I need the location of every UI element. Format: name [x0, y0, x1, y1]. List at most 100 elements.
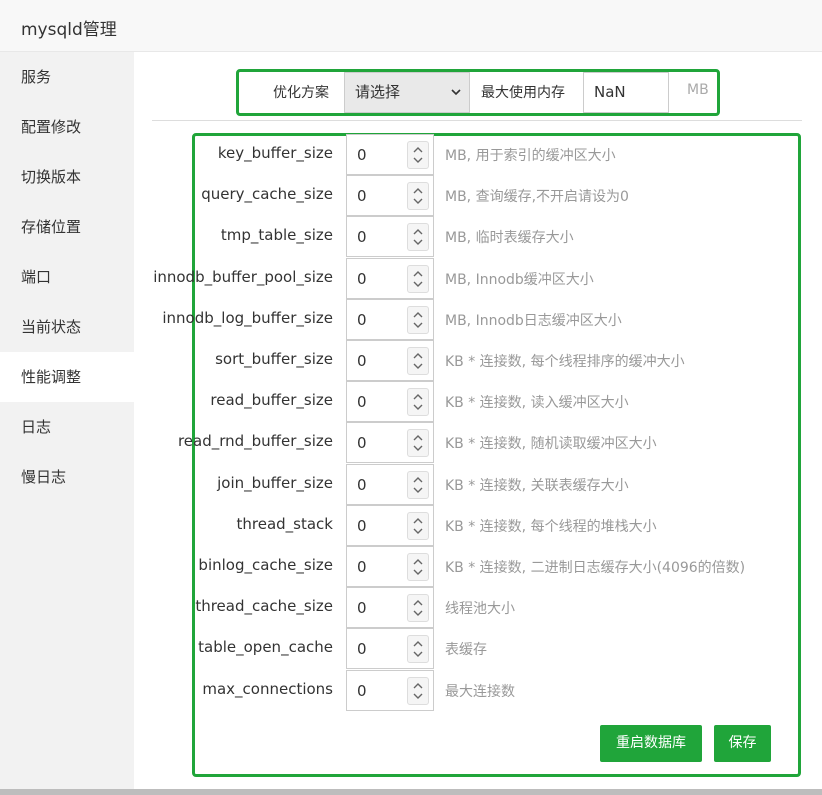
parameter-value: 0 — [357, 475, 367, 494]
parameter-label: sort_buffer_size — [215, 350, 333, 368]
spinner-icon[interactable] — [407, 223, 429, 252]
parameter-value: 0 — [357, 352, 367, 370]
spinner-icon[interactable] — [407, 635, 429, 664]
parameter-hint: MB, Innodb缓冲区大小 — [445, 271, 594, 288]
spinner-icon[interactable] — [407, 511, 429, 540]
scheme-select-value: 请选择 — [355, 83, 401, 101]
parameter-input[interactable]: 0 — [346, 504, 434, 546]
parameter-row: innodb_log_buffer_size 0 MB, Innodb日志缓冲区大小 — [134, 298, 822, 340]
parameter-input[interactable]: 0 — [346, 340, 434, 381]
parameter-input[interactable]: 0 — [346, 463, 434, 505]
parameter-input[interactable]: 0 — [346, 587, 434, 629]
parameter-input[interactable]: 0 — [346, 422, 434, 464]
sidebar-item-switch-version[interactable]: 切换版本 — [0, 152, 134, 202]
dialog-title: mysqld管理 — [21, 20, 117, 40]
parameter-hint: KB * 连接数, 二进制日志缓存大小(4096的倍数) — [445, 560, 746, 576]
sidebar-item-log[interactable]: 日志 — [0, 402, 134, 452]
parameter-hint: 表缓存 — [445, 642, 487, 659]
save-button[interactable]: 保存 — [714, 725, 771, 762]
spinner-icon[interactable] — [407, 347, 429, 375]
spinner-icon[interactable] — [407, 388, 429, 417]
title-bar: mysqld管理 — [0, 0, 822, 52]
sidebar-item-service[interactable]: 服务 — [0, 52, 134, 102]
parameter-label: join_buffer_size — [217, 473, 333, 492]
spinner-icon[interactable] — [407, 594, 429, 623]
spinner-icon[interactable] — [407, 264, 429, 293]
parameter-input[interactable]: 0 — [346, 381, 434, 423]
parameter-row: table_open_cache 0 表缓存 — [134, 628, 822, 670]
parameter-row: query_cache_size 0 MB, 查询缓存,不开启请设为0 — [134, 175, 822, 217]
parameter-label: key_buffer_size — [217, 144, 333, 162]
sidebar-item-storage-location[interactable]: 存储位置 — [0, 202, 134, 252]
parameter-row: tmp_table_size 0 MB, 临时表缓存大小 — [134, 216, 822, 258]
parameter-hint: KB * 连接数, 每个线程排序的缓冲大小 — [445, 354, 685, 370]
parameter-value: 0 — [357, 310, 367, 329]
parameter-row: read_rnd_buffer_size 0 KB * 连接数, 随机读取缓冲区大小 — [134, 422, 822, 464]
spinner-icon[interactable] — [407, 141, 429, 169]
mysqld-manager-dialog: mysqld管理 服务 配置修改 切换版本 存储位置 端口 当前状态 性能调整 … — [0, 0, 822, 789]
restart-database-button[interactable]: 重启数据库 — [600, 725, 702, 762]
parameter-label: read_rnd_buffer_size — [177, 432, 333, 451]
parameter-value: 0 — [357, 640, 367, 659]
parameter-label: read_buffer_size — [210, 391, 333, 410]
sidebar-item-slow-log[interactable]: 慢日志 — [0, 452, 134, 502]
spinner-icon[interactable] — [407, 429, 429, 458]
scheme-select[interactable]: 请选择 — [344, 72, 470, 113]
parameter-input[interactable]: 0 — [346, 298, 434, 340]
max-memory-input[interactable]: NaN — [583, 72, 669, 113]
sidebar-item-performance[interactable]: 性能调整 — [0, 352, 134, 402]
parameter-value: 0 — [357, 393, 367, 412]
parameter-row: thread_cache_size 0 线程池大小 — [134, 587, 822, 629]
sidebar-item-config[interactable]: 配置修改 — [0, 102, 134, 152]
parameter-row: sort_buffer_size 0 KB * 连接数, 每个线程排序的缓冲大小 — [134, 340, 822, 381]
parameter-input[interactable]: 0 — [346, 257, 434, 299]
parameter-value: 0 — [357, 599, 367, 618]
bottom-edge — [0, 789, 822, 795]
parameter-label: query_cache_size — [201, 185, 333, 204]
parameter-value: 0 — [357, 187, 367, 206]
sidebar-item-port[interactable]: 端口 — [0, 252, 134, 302]
parameter-input[interactable]: 0 — [346, 546, 434, 587]
max-memory-value: NaN — [594, 83, 626, 101]
parameter-row: thread_stack 0 KB * 连接数, 每个线程的堆栈大小 — [134, 504, 822, 546]
parameter-hint: MB, 临时表缓存大小 — [445, 230, 574, 247]
spinner-icon[interactable] — [407, 305, 429, 334]
parameter-value: 0 — [357, 434, 367, 453]
parameter-value: 0 — [357, 558, 367, 576]
sidebar-item-current-status[interactable]: 当前状态 — [0, 302, 134, 352]
parameter-input[interactable]: 0 — [346, 669, 434, 711]
scheme-label: 优化方案 — [273, 85, 329, 101]
parameter-hint: 最大连接数 — [445, 683, 515, 700]
parameter-row: read_buffer_size 0 KB * 连接数, 读入缓冲区大小 — [134, 381, 822, 423]
parameter-label: thread_cache_size — [195, 597, 333, 616]
parameter-label: max_connections — [202, 679, 333, 698]
parameter-row: join_buffer_size 0 KB * 连接数, 关联表缓存大小 — [134, 463, 822, 505]
optimization-scheme-box: 优化方案 请选择 最大使用内存 NaN MB — [236, 69, 720, 116]
parameter-label: innodb_buffer_pool_size — [153, 267, 333, 286]
parameter-label: tmp_table_size — [220, 226, 333, 245]
parameter-label: table_open_cache — [198, 638, 333, 657]
parameter-value: 0 — [357, 146, 367, 164]
parameter-input[interactable]: 0 — [346, 216, 434, 258]
spinner-icon[interactable] — [407, 676, 429, 705]
parameter-row: key_buffer_size 0 MB, 用于索引的缓冲区大小 — [134, 134, 822, 175]
parameter-hint: KB * 连接数, 随机读取缓冲区大小 — [445, 436, 657, 453]
parameter-hint: KB * 连接数, 关联表缓存大小 — [445, 477, 629, 494]
spinner-icon[interactable] — [407, 470, 429, 499]
parameter-value: 0 — [357, 516, 367, 535]
parameter-value: 0 — [357, 681, 367, 700]
parameter-label: innodb_log_buffer_size — [162, 308, 333, 327]
spinner-icon[interactable] — [407, 553, 429, 581]
parameter-row: binlog_cache_size 0 KB * 连接数, 二进制日志缓存大小(40… — [134, 546, 822, 587]
parameter-input[interactable]: 0 — [346, 628, 434, 670]
parameter-label: binlog_cache_size — [198, 556, 333, 574]
parameter-hint: MB, 用于索引的缓冲区大小 — [445, 148, 616, 164]
spinner-icon[interactable] — [407, 182, 429, 211]
divider — [152, 120, 802, 121]
parameter-hint: 线程池大小 — [445, 601, 515, 618]
parameter-input[interactable]: 0 — [346, 175, 434, 217]
parameter-input[interactable]: 0 — [346, 134, 434, 175]
parameter-hint: KB * 连接数, 每个线程的堆栈大小 — [445, 518, 657, 535]
parameter-hint: MB, Innodb日志缓冲区大小 — [445, 312, 622, 329]
parameter-value: 0 — [357, 269, 367, 288]
